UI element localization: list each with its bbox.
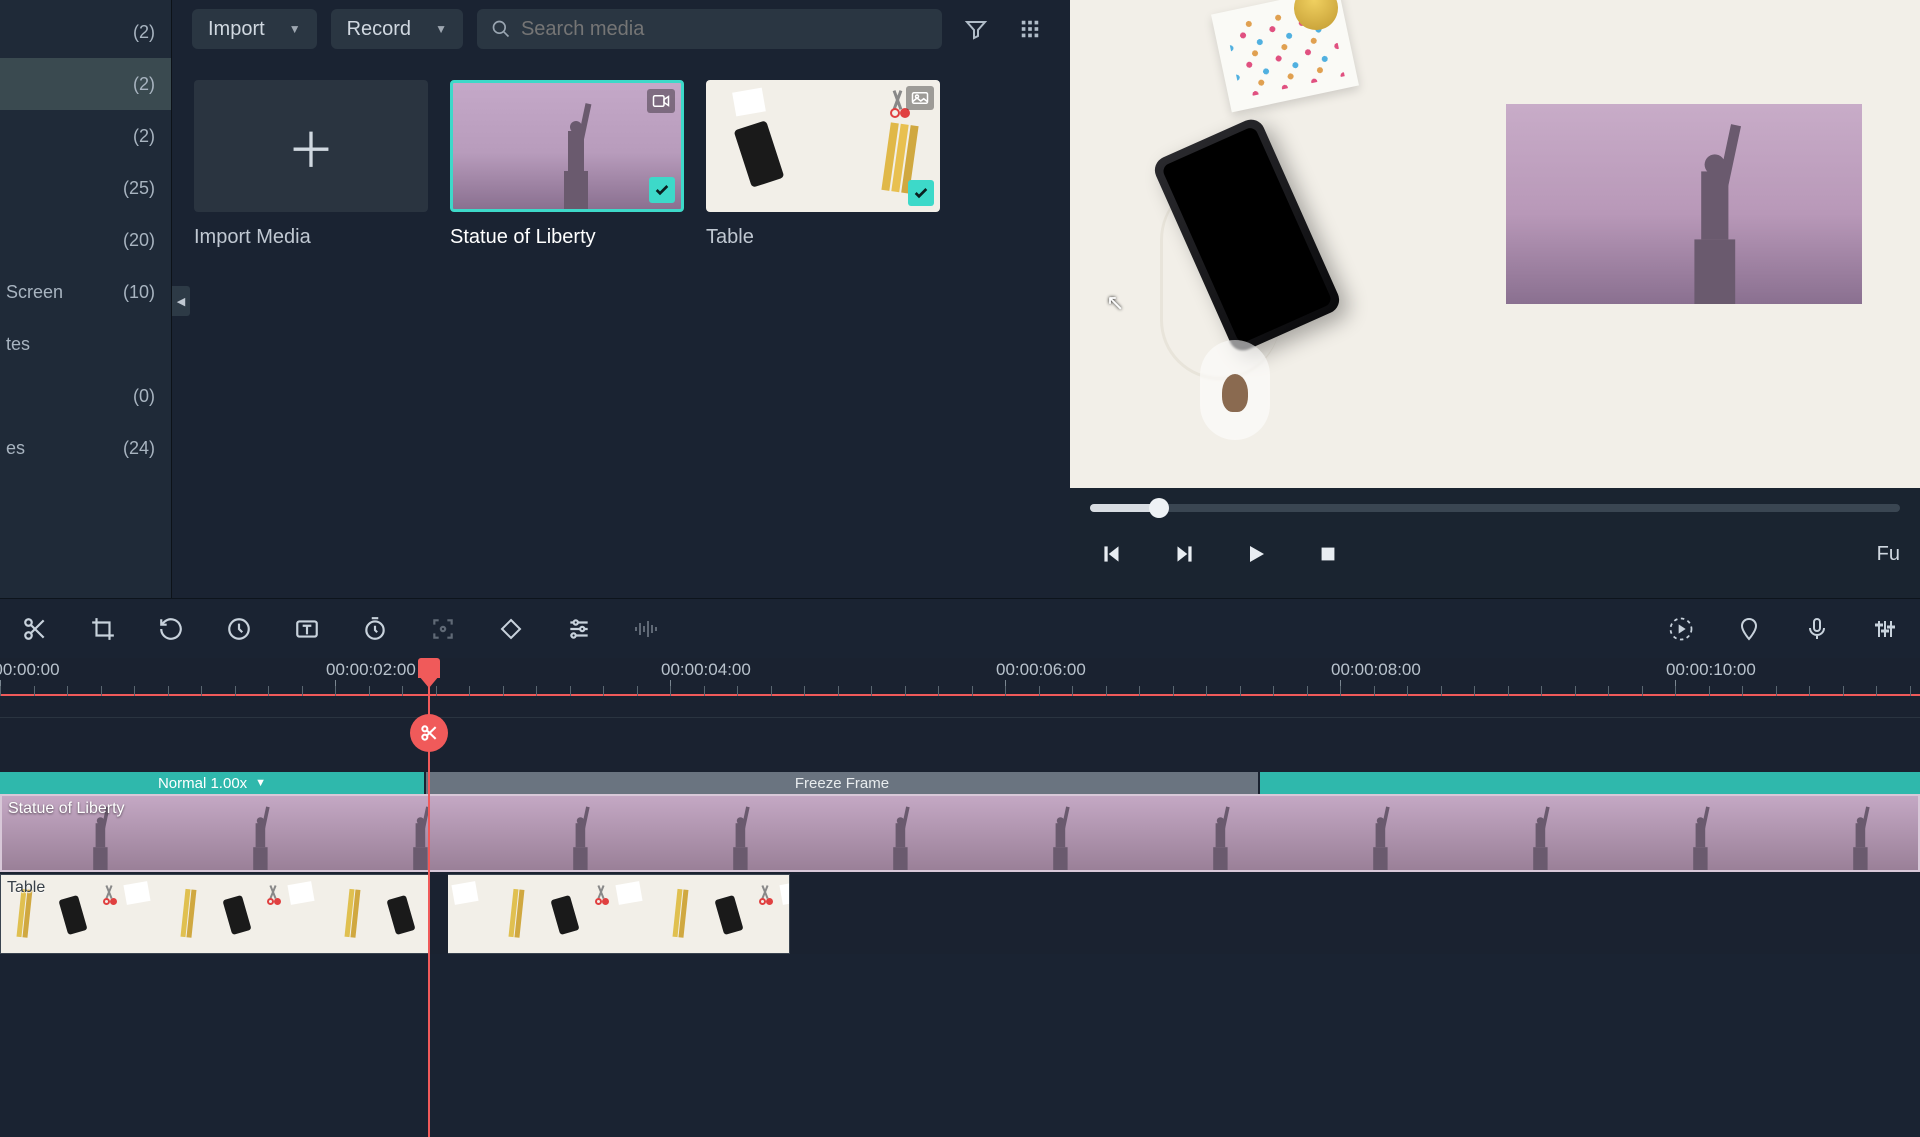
fullscreen-label[interactable]: Fu <box>1877 543 1900 566</box>
crop-icon[interactable] <box>88 614 118 644</box>
image-type-icon <box>906 86 934 110</box>
play-button[interactable] <box>1240 538 1272 570</box>
media-panel: Import▼ Record▼ ◀ ＋ Import Media <box>172 0 1070 598</box>
checkmark-icon <box>649 177 675 203</box>
marker-icon[interactable] <box>1734 614 1764 644</box>
search-input-wrap[interactable] <box>477 9 942 49</box>
sidebar-item[interactable]: (25) <box>0 162 171 214</box>
scissors-icon[interactable] <box>20 614 50 644</box>
text-icon[interactable] <box>292 614 322 644</box>
timeline-ruler[interactable]: 00:00:0000:00:02:0000:00:04:0000:00:06:0… <box>0 658 1920 718</box>
speed-segment-end[interactable] <box>1260 772 1920 794</box>
sidebar-item[interactable]: Screen(10) <box>0 266 171 318</box>
stop-button[interactable] <box>1312 538 1344 570</box>
speed-ramp-bar[interactable]: Normal 1.00x▼ Freeze Frame <box>0 772 1920 794</box>
preview-progress-slider[interactable] <box>1090 504 1900 512</box>
adjust-icon[interactable] <box>564 614 594 644</box>
import-media-card[interactable]: ＋ Import Media <box>194 80 428 249</box>
audio-mixer-icon[interactable] <box>1870 614 1900 644</box>
clip-statue[interactable]: Statue of Liberty <box>2 796 1918 870</box>
preview-canvas[interactable]: ↖ <box>1070 0 1920 488</box>
video-track-2[interactable]: Table <box>0 874 1920 954</box>
speed-segment-freeze[interactable]: Freeze Frame <box>426 772 1258 794</box>
search-icon <box>491 19 511 39</box>
plus-icon: ＋ <box>287 111 335 181</box>
keyframe-icon[interactable] <box>496 614 526 644</box>
focus-icon[interactable] <box>428 614 458 644</box>
slider-knob[interactable] <box>1149 498 1169 518</box>
preview-prop-tag <box>1200 340 1270 440</box>
video-type-icon <box>647 89 675 113</box>
chevron-down-icon: ▼ <box>289 22 301 36</box>
clip-label: Table <box>7 879 45 897</box>
chevron-down-icon: ▼ <box>255 777 266 789</box>
timer-icon[interactable] <box>360 614 390 644</box>
import-dropdown[interactable]: Import▼ <box>192 9 317 49</box>
media-card-statue[interactable]: Statue of Liberty <box>450 80 684 249</box>
speed-icon[interactable] <box>224 614 254 644</box>
sidebar-item[interactable]: tes <box>0 318 171 370</box>
search-input[interactable] <box>521 18 928 41</box>
preview-panel: ↖ Fu <box>1070 0 1920 598</box>
filter-icon[interactable] <box>956 9 996 49</box>
cursor-icon: ↖ <box>1106 290 1124 316</box>
grid-view-icon[interactable] <box>1010 9 1050 49</box>
sidebar-item[interactable]: (20) <box>0 214 171 266</box>
playhead[interactable] <box>428 658 430 1137</box>
preview-pip-overlay[interactable] <box>1506 104 1862 304</box>
prev-frame-button[interactable] <box>1096 538 1128 570</box>
category-sidebar: (2) (2) (2) (25) (20) Screen(10) tes (0)… <box>0 0 172 598</box>
timeline[interactable]: 00:00:0000:00:02:0000:00:04:0000:00:06:0… <box>0 658 1920 954</box>
checkmark-icon <box>908 180 934 206</box>
sidebar-item[interactable]: (2) <box>0 110 171 162</box>
chevron-down-icon: ▼ <box>435 22 447 36</box>
voiceover-icon[interactable] <box>1802 614 1832 644</box>
sidebar-item[interactable]: (2) <box>0 6 171 58</box>
video-track-1[interactable]: Statue of Liberty <box>0 794 1920 872</box>
render-icon[interactable] <box>1666 614 1696 644</box>
preview-prop-note <box>1211 0 1359 112</box>
next-frame-button[interactable] <box>1168 538 1200 570</box>
undo-icon[interactable] <box>156 614 186 644</box>
timeline-toolbar <box>0 598 1920 658</box>
clip-label: Statue of Liberty <box>8 800 125 818</box>
sidebar-item[interactable]: (2) <box>0 58 171 110</box>
media-card-name: Import Media <box>194 226 428 249</box>
audio-wave-icon[interactable] <box>632 614 662 644</box>
media-card-name: Statue of Liberty <box>450 226 684 249</box>
sidebar-item[interactable]: es(24) <box>0 422 171 474</box>
clip-table[interactable]: Table <box>0 874 790 954</box>
record-dropdown[interactable]: Record▼ <box>331 9 463 49</box>
media-card-table[interactable]: Table <box>706 80 940 249</box>
media-card-name: Table <box>706 226 940 249</box>
collapse-sidebar-button[interactable]: ◀ <box>172 286 190 316</box>
sidebar-item[interactable]: (0) <box>0 370 171 422</box>
speed-segment-normal[interactable]: Normal 1.00x▼ <box>0 772 424 794</box>
playhead-scissors-icon[interactable] <box>410 714 448 752</box>
